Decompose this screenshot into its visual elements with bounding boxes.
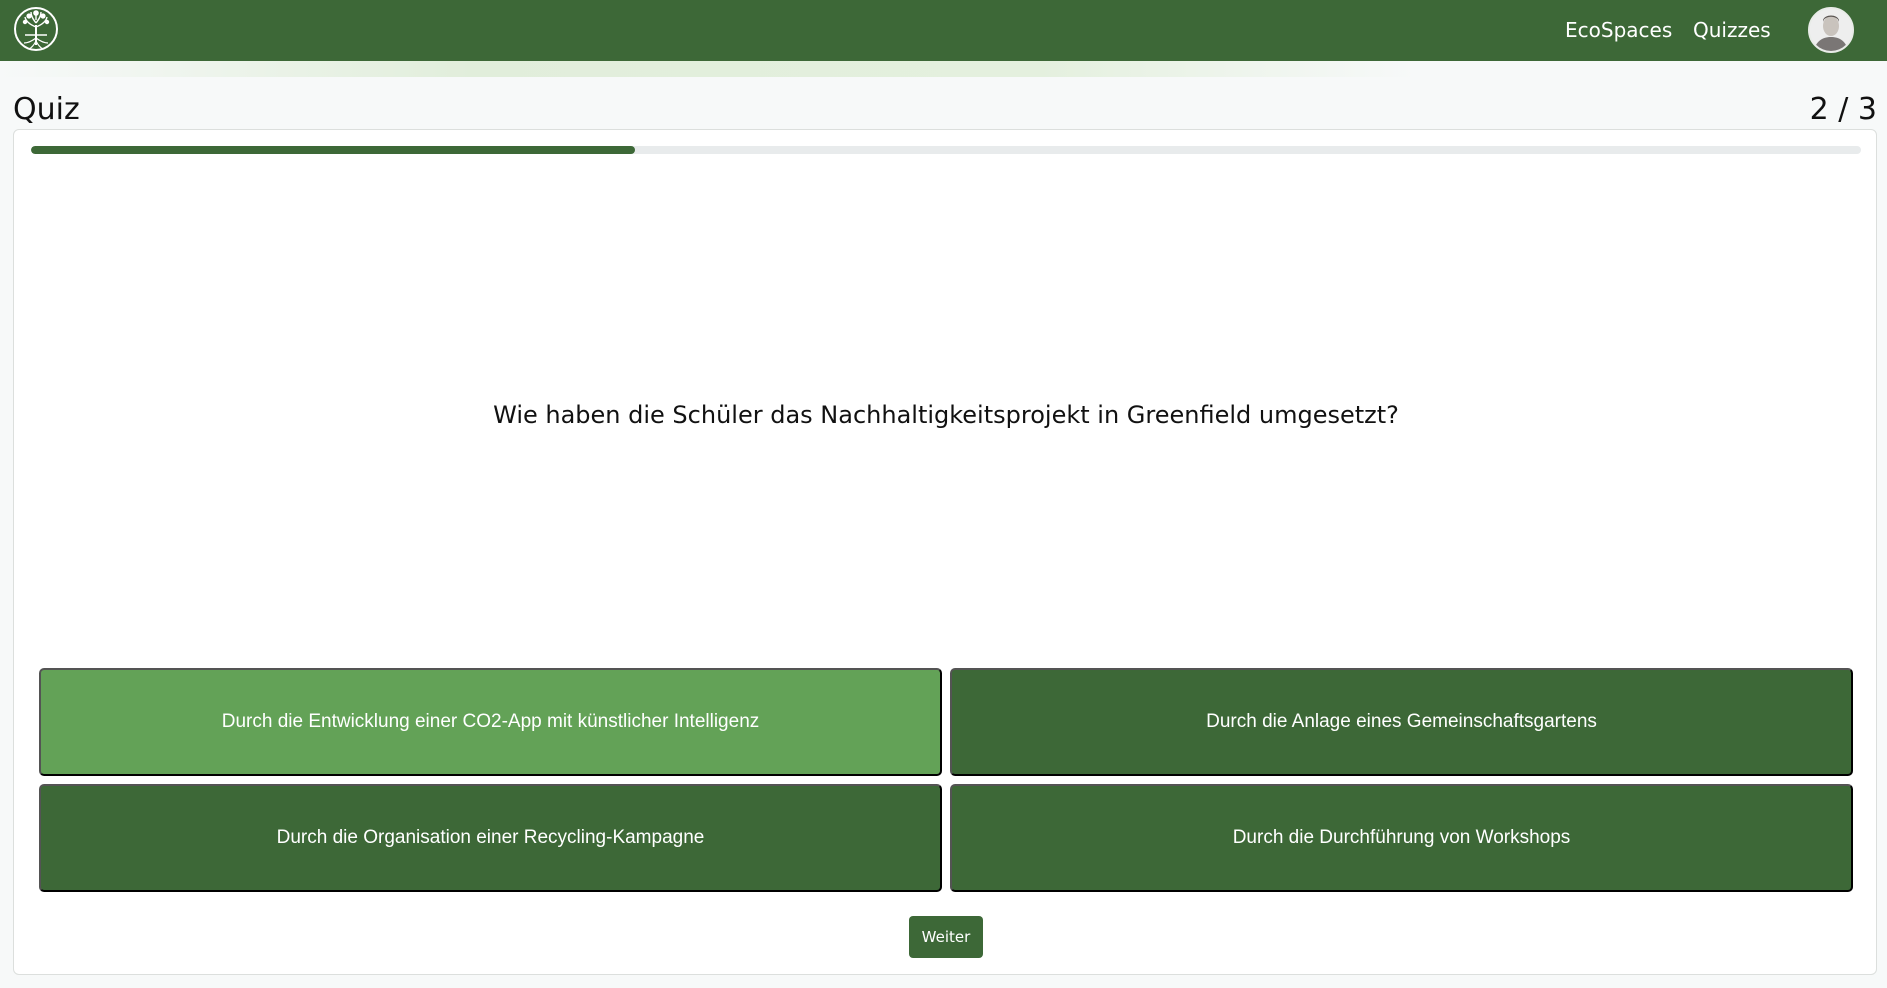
page-title: Quiz	[13, 92, 80, 127]
answer-option-4[interactable]: Durch die Durchführung von Workshops	[950, 784, 1853, 892]
question-counter: 2 / 3	[1809, 92, 1877, 127]
user-avatar-icon[interactable]	[1808, 7, 1854, 53]
answer-option-3[interactable]: Durch die Organisation einer Recycling-K…	[39, 784, 942, 892]
nav-link-ecospaces[interactable]: EcoSpaces	[1565, 18, 1672, 42]
answer-option-2[interactable]: Durch die Anlage eines Gemeinschaftsgart…	[950, 668, 1853, 776]
top-navbar: EcoSpaces Quizzes	[0, 0, 1887, 61]
progress-bar	[31, 146, 1861, 154]
nav-link-quizzes[interactable]: Quizzes	[1693, 18, 1771, 42]
answer-option-1[interactable]: Durch die Entwicklung einer CO2-App mit …	[39, 668, 942, 776]
progress-bar-fill	[31, 146, 635, 154]
tree-roots-logo-icon[interactable]	[13, 5, 59, 53]
quiz-card: Wie haben die Schüler das Nachhaltigkeit…	[13, 129, 1877, 975]
navbar-glow-divider	[0, 61, 1887, 77]
question-text: Wie haben die Schüler das Nachhaltigkeit…	[493, 401, 1399, 429]
next-button[interactable]: Weiter	[909, 916, 983, 958]
